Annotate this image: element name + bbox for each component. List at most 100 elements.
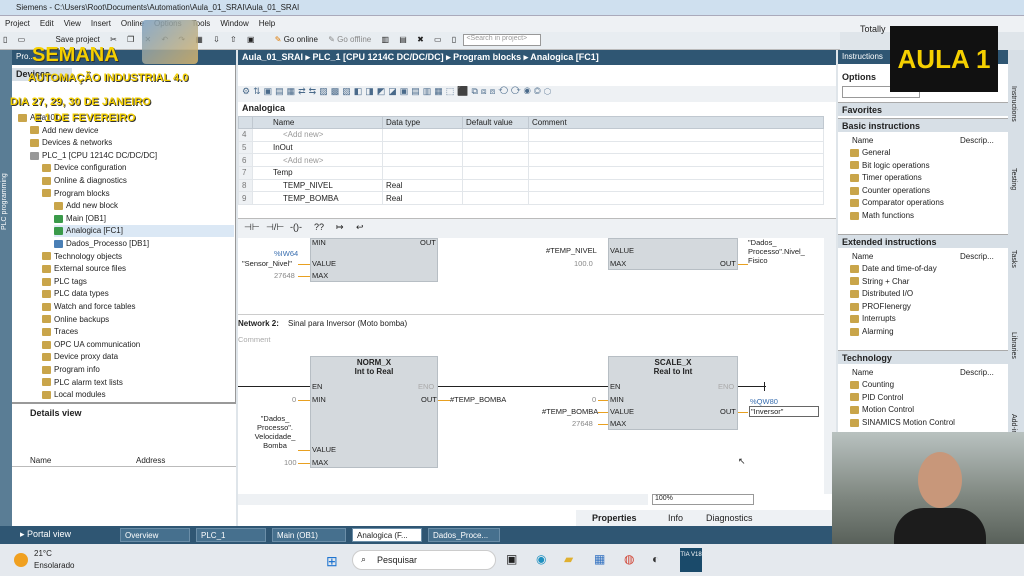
accessible-icon[interactable]: ▥ [378,32,392,47]
stop-icon[interactable]: ✖ [414,32,427,47]
plc-programming-side-tab[interactable]: PLC programming [0,50,12,526]
basic-instructions-header[interactable]: Basic instructions [838,118,1008,132]
chrome-icon[interactable]: ◍ [624,552,634,566]
contact-nc-icon[interactable]: ⊣/⊢ [266,222,284,233]
coil-icon[interactable]: -()- [290,222,302,232]
block-toolbar-icons[interactable]: ⚙⇅▣▤▦⇄⇆▨▩▧◧◨◩◪▣▤▥▦⬚⬛⧉⧈⧇⟲⟳◉◎⬡ [238,86,554,96]
tree-item[interactable]: PLC alarm text lists [42,377,234,389]
tree-item[interactable]: OPC UA communication [42,339,234,351]
menu-view[interactable]: View [59,16,86,31]
tree-item[interactable]: Traces [42,326,234,338]
var-cell-def[interactable] [462,178,529,193]
start-icon[interactable]: ⊞ [326,553,338,570]
split-h-icon[interactable]: ▭ [431,32,445,47]
tree-item[interactable]: PLC_1 [CPU 1214C DC/DC/DC] [30,150,234,162]
tree-item[interactable]: Add new device [30,125,234,137]
norm-x-value-operand[interactable]: "Dados_ Processo". Velocidade_ Bomba [252,414,298,450]
taskview-icon[interactable]: ▣ [506,552,517,566]
var-cell-type[interactable] [382,128,463,142]
var-cell-name[interactable]: InOut [252,140,383,155]
instruction-folder[interactable]: Interrupts [850,313,896,325]
var-cell-type[interactable] [382,166,463,180]
edge-icon[interactable]: ◉ [536,552,546,566]
tree-item[interactable]: PLC data types [42,288,234,300]
side-tab-testing[interactable]: Testing [1010,168,1017,190]
simulate-icon[interactable]: ▣ [244,32,258,47]
var-row[interactable]: 7 Temp [238,166,824,180]
copy-icon[interactable]: ❐ [124,32,137,47]
info-tab[interactable]: Info [668,513,683,523]
close-branch-icon[interactable]: ↩ [356,222,364,233]
scale-x-min-value[interactable]: 0 [592,395,596,404]
properties-tab[interactable]: Properties [592,513,637,523]
var-cell-comment[interactable] [528,166,824,180]
side-tab-instructions[interactable]: Instructions [1010,86,1017,122]
split-v-icon[interactable]: ▯ [449,32,459,47]
diagnostics-tab[interactable]: Diagnostics [706,513,753,523]
var-cell-def[interactable] [462,166,529,180]
tree-item[interactable]: Add new block [54,200,234,212]
contact-no-icon[interactable]: ⊣⊢ [244,222,260,233]
var-cell-def[interactable] [462,128,529,142]
var-cell-type[interactable]: Real [382,191,463,206]
var-cell-def[interactable] [462,153,529,168]
norm-x-out-operand[interactable]: #TEMP_BOMBA [450,395,506,404]
net1-temp-nivel[interactable]: #TEMP_NIVEL [546,246,597,255]
instruction-folder[interactable]: Comparator operations [850,197,944,209]
var-cell-type[interactable] [382,140,463,155]
tree-item[interactable]: Devices & networks [30,137,234,149]
var-cell-def[interactable] [462,140,529,155]
var-cell-comment[interactable] [528,178,824,193]
var-row[interactable]: 5 InOut [238,140,824,155]
var-cell-name[interactable]: <Add new> [252,153,383,168]
instruction-folder[interactable]: Alarming [850,326,894,338]
net1-max-value[interactable]: 27648 [274,271,295,280]
store-icon[interactable]: ▦ [594,552,605,566]
menu-project[interactable]: Project [0,16,35,31]
instruction-folder[interactable]: Counter operations [850,185,930,197]
open-branch-icon[interactable]: ↦ [336,222,344,233]
instruction-folder[interactable]: Math functions [850,210,914,222]
instruction-folder[interactable]: Distributed I/O [850,288,913,300]
tree-item[interactable]: Analogica [FC1] [54,225,234,238]
editor-horizontal-scrollbar[interactable] [238,494,648,505]
var-cell-name[interactable]: Temp [252,166,383,180]
new-icon[interactable]: ▯ [0,32,10,47]
editor-tab[interactable]: Overview [120,528,190,542]
tree-item[interactable]: PLC tags [42,276,234,288]
empty-box-icon[interactable]: ?? [314,222,324,232]
instruction-folder[interactable]: Bit logic operations [850,160,930,172]
taskbar-search[interactable]: ⌕ Pesquisar [352,550,496,570]
upload-icon[interactable]: ⇧ [227,32,240,47]
side-tab-libraries[interactable]: Libraries [1010,332,1017,359]
tree-item[interactable]: Dados_Processo [DB1] [54,238,234,250]
tree-item[interactable]: Online backups [42,314,234,326]
tree-item[interactable]: Program blocks [42,188,234,200]
instruction-folder[interactable]: SINAMICS Motion Control [850,417,955,429]
var-cell-name[interactable]: TEMP_NIVEL [252,178,383,193]
tree-item[interactable]: Online & diagnostics [42,175,234,187]
var-cell-type[interactable] [382,153,463,168]
net1-dest-operand[interactable]: "Dados_ Processo".Nivel_ Fisico [748,238,805,265]
var-cell-comment[interactable] [528,140,824,155]
tree-item[interactable]: External source files [42,263,234,275]
app-icon[interactable]: ◐ [652,552,659,566]
scale-x-inversor-operand[interactable]: "Inversor" [749,406,819,417]
portal-view-button[interactable]: ▸ Portal view [20,529,71,540]
scale-x-max-value[interactable]: 27648 [572,419,593,428]
instruction-folder[interactable]: PID Control [850,392,903,404]
instruction-folder[interactable]: PROFIenergy [850,301,911,313]
menu-window[interactable]: Window [215,16,253,31]
instruction-folder[interactable]: Counting [850,379,894,391]
var-row[interactable]: 6 <Add new> [238,153,824,168]
tree-item[interactable]: Device configuration [42,162,234,174]
technology-header[interactable]: Technology [838,350,1008,364]
instruction-folder[interactable]: General [850,147,890,159]
tree-item[interactable]: Watch and force tables [42,301,234,313]
tree-item[interactable]: Program info [42,364,234,376]
editor-tab[interactable]: Dados_Proce... [428,528,500,542]
var-cell-def[interactable] [462,191,529,206]
tree-item[interactable]: Local modules [42,389,234,401]
editor-tab[interactable]: PLC_1 [196,528,266,542]
tree-item[interactable]: Technology objects [42,251,234,263]
